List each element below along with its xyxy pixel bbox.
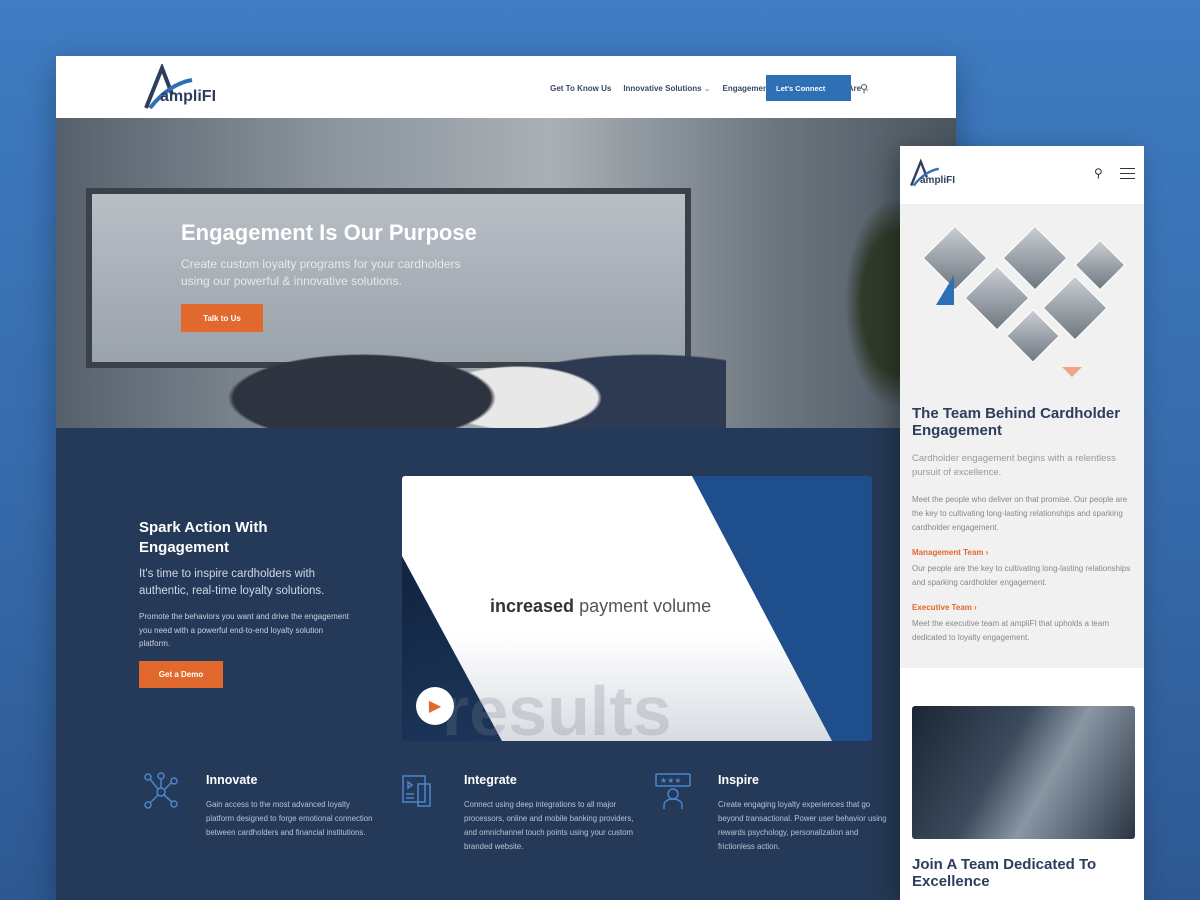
management-team-link[interactable]: Management Team › <box>912 548 988 557</box>
feature-text: Connect using deep integrations to all m… <box>464 800 634 851</box>
video-caption-bold: increased <box>490 596 575 616</box>
mobile-logo[interactable]: ampliFI <box>910 158 955 188</box>
feature-text: Gain access to the most advanced loyalty… <box>206 800 373 837</box>
hero-title: Engagement Is Our Purpose <box>181 220 477 245</box>
video-caption-text: payment volume <box>574 596 712 616</box>
devices-icon <box>402 775 431 807</box>
join-team-title: Join A Team Dedicated To Excellence <box>912 856 1097 890</box>
search-icon[interactable]: ⚲ <box>1094 166 1103 180</box>
spark-title: Spark Action With Engagement <box>139 519 268 556</box>
team-photo-mosaic <box>912 225 1132 377</box>
team-title: The Team Behind Cardholder Engagement <box>912 405 1121 439</box>
spark-body: Promote the behaviors you want and drive… <box>139 612 349 648</box>
team-section: The Team Behind Cardholder Engagement Ca… <box>900 205 1144 668</box>
search-icon[interactable]: ⚲ <box>860 82 868 95</box>
decor-triangle <box>936 275 954 305</box>
rating-user-icon: ★★★ <box>655 773 691 809</box>
feature-title: Integrate <box>464 773 517 787</box>
mobile-mockup: ampliFI ⚲ The Team Behind Cardholder Eng… <box>900 146 1144 900</box>
chevron-down-icon: ⌄ <box>703 84 711 93</box>
get-a-demo-button[interactable]: Get a Demo <box>139 661 223 688</box>
team-lead: Cardholder engagement begins with a rele… <box>912 453 1116 478</box>
nav-get-to-know-us[interactable]: Get To Know Us <box>550 84 611 93</box>
video-player[interactable]: results increased payment volume ▶ <box>402 476 872 741</box>
desktop-mockup: ampliFI Get To Know Us Innovative Soluti… <box>56 56 956 900</box>
logo[interactable]: ampliFI <box>144 64 216 110</box>
spark-lead: It's time to inspire cardholders with au… <box>139 568 325 597</box>
header: ampliFI Get To Know Us Innovative Soluti… <box>56 56 956 118</box>
logo-text: ampliFI <box>920 175 956 186</box>
video-caption: increased payment volume <box>490 596 711 617</box>
hamburger-menu-icon[interactable] <box>1120 168 1135 179</box>
logo-text: ampliFI <box>160 88 217 105</box>
feature-text: Create engaging loyalty experiences that… <box>718 800 887 851</box>
nav-innovative-solutions[interactable]: Innovative Solutions ⌄ <box>623 84 710 93</box>
team-photo <box>922 225 988 291</box>
team-meeting-photo <box>912 706 1135 839</box>
hero: Engagement Is Our Purpose Create custom … <box>56 118 956 428</box>
feature-title: Innovate <box>206 773 258 787</box>
play-button[interactable]: ▶ <box>416 687 454 725</box>
management-team-text: Our people are the key to cultivating lo… <box>912 564 1131 587</box>
team-body: Meet the people who deliver on that prom… <box>912 495 1128 532</box>
feature-title: Inspire <box>718 773 759 787</box>
executive-team-text: Meet the executive team at ampliFI that … <box>912 619 1109 642</box>
mobile-header: ampliFI ⚲ <box>900 146 1144 205</box>
network-icon <box>144 772 178 809</box>
talk-to-us-button[interactable]: Talk to Us <box>181 304 263 332</box>
svg-text:★★★: ★★★ <box>660 776 682 785</box>
play-icon: ▶ <box>428 698 442 715</box>
nav-label: Innovative Solutions <box>623 84 702 93</box>
hero-photo-people <box>206 278 726 428</box>
decor-triangle <box>1062 367 1082 377</box>
executive-team-link[interactable]: Executive Team › <box>912 603 977 612</box>
hero-subtitle: Create custom loyalty programs for your … <box>181 257 461 288</box>
lets-connect-button[interactable]: Let's Connect <box>766 75 851 101</box>
video-bg-text: results <box>442 672 672 741</box>
